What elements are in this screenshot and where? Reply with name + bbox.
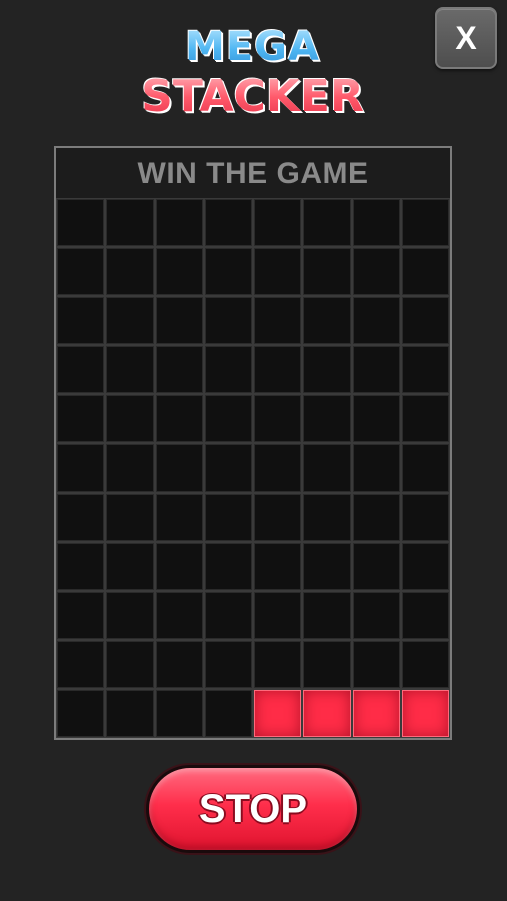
grid-cell bbox=[352, 346, 400, 394]
grid-cell bbox=[57, 689, 105, 737]
grid-cell-filled bbox=[303, 689, 351, 737]
grid-cell bbox=[204, 297, 252, 345]
board-header: WIN THE GAME bbox=[56, 148, 450, 198]
grid-cell bbox=[106, 689, 154, 737]
grid-cell bbox=[303, 493, 351, 541]
grid-cell-filled bbox=[254, 689, 302, 737]
grid-cell bbox=[106, 640, 154, 688]
grid-cell bbox=[155, 199, 203, 247]
logo-line-stacker: STACKER bbox=[141, 71, 364, 122]
grid-cell bbox=[254, 248, 302, 296]
grid-cell bbox=[254, 199, 302, 247]
grid-cell bbox=[401, 297, 449, 345]
grid-cell bbox=[254, 493, 302, 541]
game-screen: X MEGA STACKER WIN THE GAME STOP bbox=[0, 0, 507, 901]
grid-cell bbox=[352, 542, 400, 590]
grid-cell bbox=[57, 346, 105, 394]
grid-cell bbox=[352, 395, 400, 443]
grid-cell bbox=[155, 395, 203, 443]
grid-cell-filled bbox=[352, 689, 400, 737]
grid-cell bbox=[401, 248, 449, 296]
grid-cell bbox=[303, 591, 351, 639]
grid-cell bbox=[106, 395, 154, 443]
grid-cell bbox=[303, 297, 351, 345]
grid-cell bbox=[401, 542, 449, 590]
grid-cell bbox=[303, 395, 351, 443]
grid-cell bbox=[352, 199, 400, 247]
grid-cell bbox=[204, 493, 252, 541]
grid-cell bbox=[155, 689, 203, 737]
grid-cell bbox=[204, 395, 252, 443]
grid-cell bbox=[57, 199, 105, 247]
grid-cell bbox=[352, 493, 400, 541]
grid-cell-filled bbox=[401, 689, 449, 737]
grid-cell bbox=[155, 542, 203, 590]
grid-cell bbox=[303, 199, 351, 247]
grid-cell bbox=[204, 591, 252, 639]
grid-cell bbox=[254, 591, 302, 639]
grid-cell bbox=[254, 395, 302, 443]
grid-cell bbox=[155, 444, 203, 492]
grid-cell bbox=[57, 591, 105, 639]
grid-cell bbox=[352, 591, 400, 639]
grid-cell bbox=[254, 542, 302, 590]
grid-cell bbox=[352, 297, 400, 345]
grid-cell bbox=[57, 542, 105, 590]
grid-cell bbox=[204, 346, 252, 394]
grid-cell bbox=[57, 493, 105, 541]
grid-cell bbox=[57, 395, 105, 443]
game-board: WIN THE GAME bbox=[54, 146, 452, 740]
grid-cell bbox=[401, 444, 449, 492]
logo-line-mega: MEGA bbox=[140, 22, 365, 72]
grid-cell bbox=[106, 591, 154, 639]
grid-cell bbox=[401, 199, 449, 247]
grid-cell bbox=[155, 493, 203, 541]
grid-cell bbox=[155, 346, 203, 394]
grid-cell bbox=[254, 640, 302, 688]
grid-cell bbox=[204, 248, 252, 296]
grid-cell bbox=[254, 444, 302, 492]
grid-cell bbox=[204, 444, 252, 492]
grid-cell bbox=[155, 297, 203, 345]
game-logo: MEGA STACKER bbox=[140, 22, 365, 130]
grid-cell bbox=[352, 444, 400, 492]
grid-cell bbox=[303, 444, 351, 492]
grid-cell bbox=[57, 444, 105, 492]
grid-cell bbox=[303, 346, 351, 394]
grid-cell bbox=[106, 248, 154, 296]
grid-cell bbox=[106, 199, 154, 247]
grid-cell bbox=[155, 591, 203, 639]
close-button[interactable]: X bbox=[435, 7, 497, 69]
grid-cell bbox=[57, 297, 105, 345]
grid-cell bbox=[106, 346, 154, 394]
grid-cell bbox=[204, 640, 252, 688]
grid-cell bbox=[401, 395, 449, 443]
grid-cell bbox=[204, 542, 252, 590]
grid-cell bbox=[57, 640, 105, 688]
grid-cell bbox=[204, 689, 252, 737]
grid-cell bbox=[254, 346, 302, 394]
grid-cell bbox=[401, 591, 449, 639]
grid-cell bbox=[303, 640, 351, 688]
grid-cell bbox=[401, 493, 449, 541]
grid-cell bbox=[155, 640, 203, 688]
grid-cell bbox=[106, 444, 154, 492]
stop-button[interactable]: STOP bbox=[146, 765, 360, 853]
grid-cell bbox=[106, 542, 154, 590]
grid-cell bbox=[155, 248, 203, 296]
grid-cell bbox=[352, 640, 400, 688]
grid-cell bbox=[303, 542, 351, 590]
grid-cell bbox=[57, 248, 105, 296]
stacker-grid[interactable] bbox=[56, 198, 450, 738]
grid-cell bbox=[352, 248, 400, 296]
grid-cell bbox=[303, 248, 351, 296]
grid-cell bbox=[254, 297, 302, 345]
grid-cell bbox=[204, 199, 252, 247]
grid-cell bbox=[401, 346, 449, 394]
grid-cell bbox=[106, 297, 154, 345]
grid-cell bbox=[401, 640, 449, 688]
grid-cell bbox=[106, 493, 154, 541]
